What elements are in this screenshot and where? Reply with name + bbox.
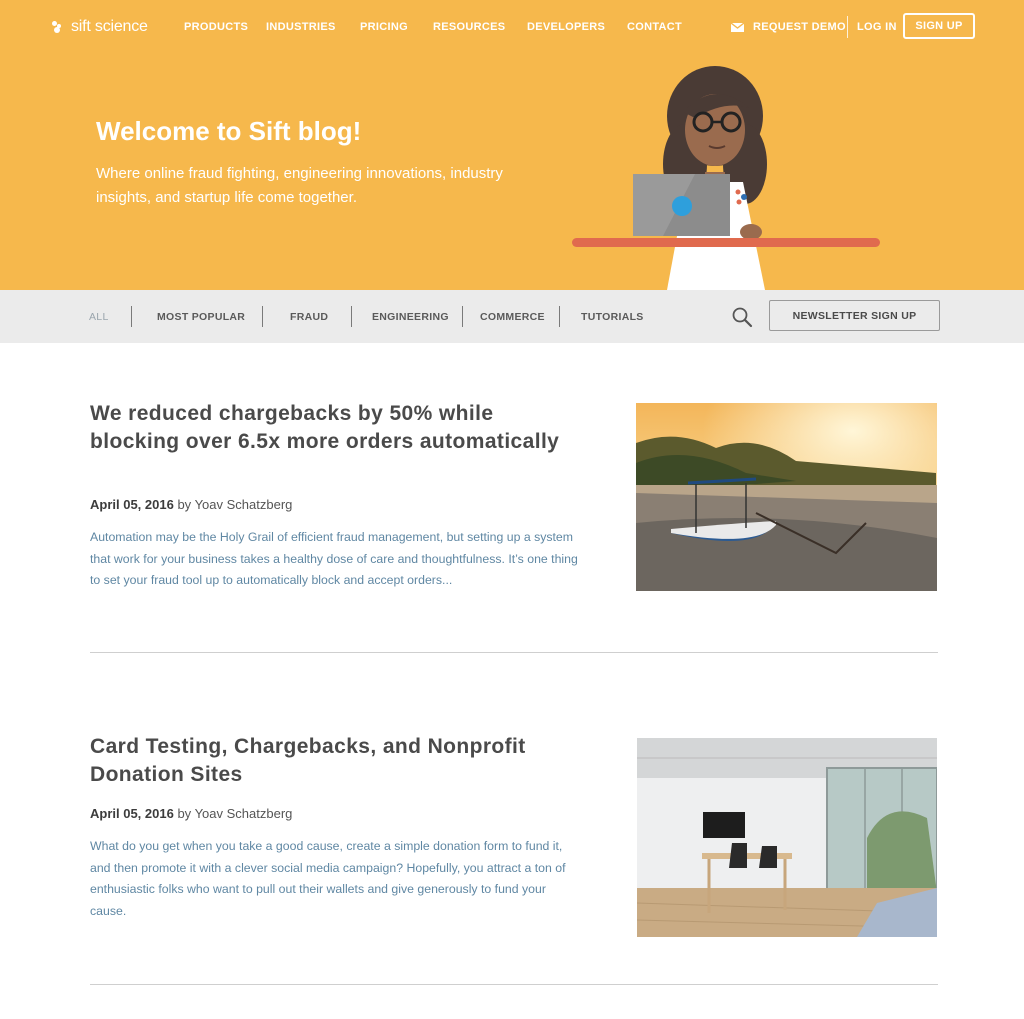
office-room-photo[interactable] [637, 738, 937, 937]
hero-subtitle: Where online fraud fighting, engineering… [96, 165, 503, 206]
post-meta: April 05, 2016 by Yoav Schatzberg [90, 806, 292, 821]
post-excerpt: Automation may be the Holy Grail of effi… [90, 530, 578, 587]
category-commerce[interactable]: COMMERCE [480, 311, 545, 323]
post-by: by [177, 806, 192, 821]
category-divider [262, 306, 263, 327]
category-divider [131, 306, 132, 327]
post-divider [90, 984, 938, 985]
woman-with-laptop-illustration [572, 66, 880, 290]
post-by: by [177, 497, 192, 512]
nav-contact[interactable]: CONTACT [627, 21, 682, 33]
category-divider [351, 306, 352, 327]
signup-button[interactable]: SIGN UP [903, 13, 975, 39]
category-all[interactable]: ALL [89, 311, 109, 323]
nav-industries[interactable]: INDUSTRIES [266, 21, 336, 33]
sift-logo-icon [52, 20, 68, 34]
post-excerpt: What do you get when you take a good cau… [90, 839, 566, 918]
post-title[interactable]: We reduced chargebacks by 50% while bloc… [90, 400, 560, 456]
logo-text: sift science [71, 18, 148, 35]
newsletter-signup-button[interactable]: NEWSLETTER SIGN UP [769, 300, 940, 331]
post-divider [90, 652, 938, 653]
post-author[interactable]: Yoav Schatzberg [195, 806, 293, 821]
category-fraud[interactable]: FRAUD [290, 311, 328, 323]
post-author[interactable]: Yoav Schatzberg [195, 497, 293, 512]
hero-title: Welcome to Sift blog! [96, 116, 362, 146]
category-divider [559, 306, 560, 327]
category-tutorials[interactable]: TUTORIALS [581, 311, 644, 323]
nav-resources[interactable]: RESOURCES [433, 21, 505, 33]
request-demo-label: REQUEST DEMO [753, 21, 846, 33]
logo[interactable]: sift science [52, 16, 148, 38]
post-meta: April 05, 2016 by Yoav Schatzberg [90, 497, 292, 512]
category-divider [462, 306, 463, 327]
nav-divider [847, 16, 848, 38]
mail-icon [731, 22, 744, 32]
search-icon[interactable] [731, 306, 753, 328]
nav-developers[interactable]: DEVELOPERS [527, 21, 605, 33]
post-title[interactable]: Card Testing, Chargebacks, and Nonprofit… [90, 733, 560, 789]
category-most-popular[interactable]: MOST POPULAR [157, 311, 245, 323]
category-bar: ALL MOST POPULAR FRAUD ENGINEERING COMME… [0, 290, 1024, 343]
hero-banner: sift science PRODUCTS INDUSTRIES PRICING… [0, 0, 1024, 290]
boat-at-sunset-photo[interactable] [636, 403, 937, 591]
login-link[interactable]: LOG IN [857, 21, 897, 33]
nav-products[interactable]: PRODUCTS [184, 21, 248, 33]
nav-pricing[interactable]: PRICING [360, 21, 408, 33]
post-date: April 05, 2016 [90, 806, 174, 821]
request-demo-link[interactable]: REQUEST DEMO [731, 21, 846, 33]
category-engineering[interactable]: ENGINEERING [372, 311, 449, 323]
post-date: April 05, 2016 [90, 497, 174, 512]
